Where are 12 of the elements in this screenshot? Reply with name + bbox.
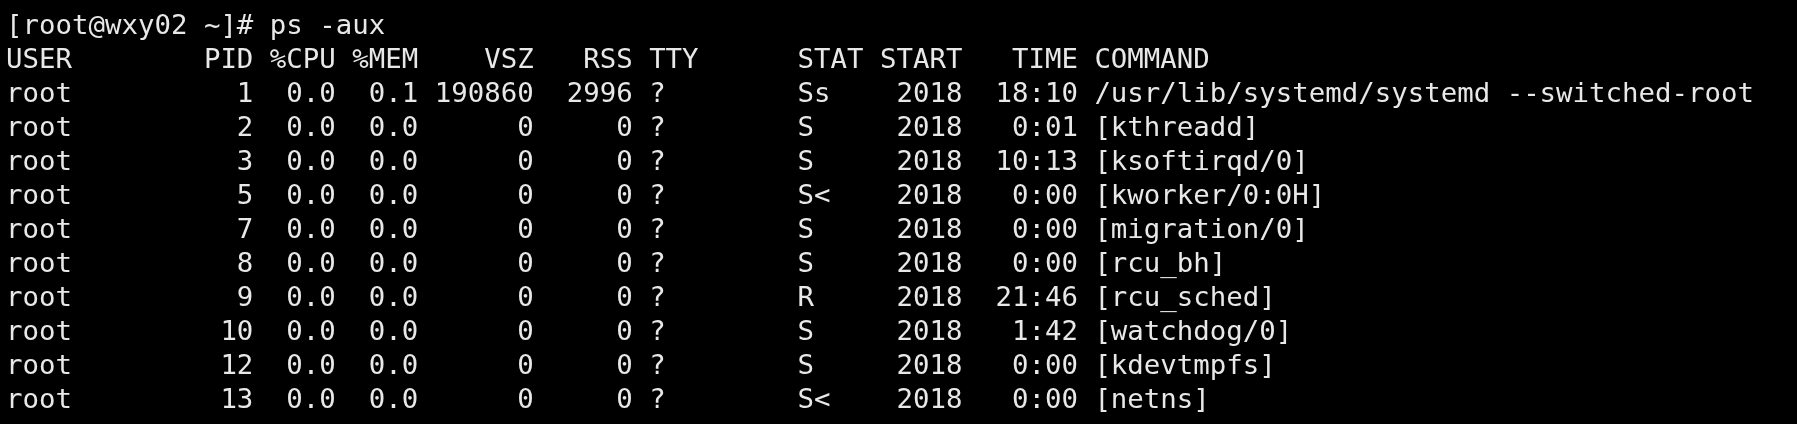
- process-row: root 5 0.0 0.0 0 0 ? S< 2018 0:00 [kworker/0:0H]: [6, 178, 1326, 212]
- process-row: root 2 0.0 0.0 0 0 ? S 2018 0:01 [kthreadd]: [6, 110, 1260, 144]
- process-row: root 10 0.0 0.0 0 0 ? S 2018 1:42 [watchdog/0]: [6, 314, 1293, 348]
- process-row: root 13 0.0 0.0 0 0 ? S< 2018 0:00 [netns]: [6, 382, 1210, 416]
- table-header: USER PID %CPU %MEM VSZ RSS TTY STAT START TIME COMMAND: [6, 42, 1210, 76]
- process-row: root 12 0.0 0.0 0 0 ? S 2018 0:00 [kdevtmpfs]: [6, 348, 1276, 382]
- process-row: root 1 0.0 0.1 190860 2996 ? Ss 2018 18:10 /usr/lib/systemd/systemd --switched-root: [6, 76, 1754, 110]
- process-row: root 7 0.0 0.0 0 0 ? S 2018 0:00 [migration/0]: [6, 212, 1309, 246]
- process-row: root 8 0.0 0.0 0 0 ? S 2018 0:00 [rcu_bh]: [6, 246, 1227, 280]
- process-row: root 3 0.0 0.0 0 0 ? S 2018 10:13 [ksoftirqd/0]: [6, 144, 1309, 178]
- command-prompt: [root@wxy02 ~]# ps -aux: [6, 8, 386, 42]
- process-row: root 9 0.0 0.0 0 0 ? R 2018 21:46 [rcu_sched]: [6, 280, 1276, 314]
